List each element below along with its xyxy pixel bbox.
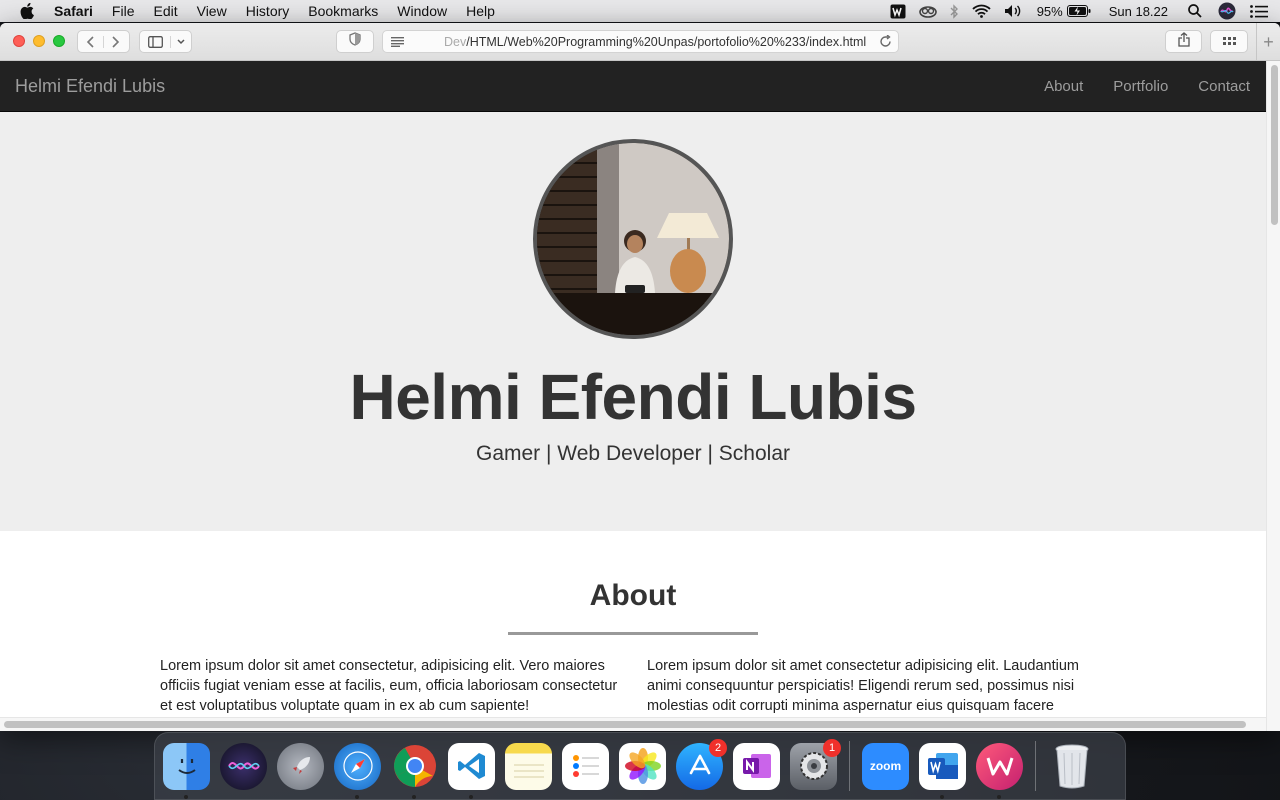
back-button[interactable]: [78, 35, 104, 48]
close-window-button[interactable]: [13, 35, 25, 47]
plus-icon: +: [1263, 31, 1274, 52]
about-paragraph-right: Lorem ipsum dolor sit amet consectetur a…: [647, 658, 1079, 714]
hero-section: Helmi Efendi Lubis Gamer | Web Developer…: [0, 112, 1266, 531]
bluetooth-icon[interactable]: [950, 3, 959, 19]
vertical-scrollbar[interactable]: [1266, 61, 1280, 731]
web-content: Helmi Efendi Lubis About Portfolio Conta…: [0, 61, 1266, 731]
address-bar[interactable]: Dev/HTML/Web%20Programming%20Unpas/porto…: [382, 30, 899, 53]
back-forward-buttons: [77, 30, 130, 53]
wps-icon[interactable]: [976, 742, 1023, 799]
running-indicator: [997, 794, 1001, 799]
about-divider: [508, 632, 758, 635]
address-url[interactable]: Dev/HTML/Web%20Programming%20Unpas/porto…: [444, 35, 879, 49]
navbar-links: About Portfolio Contact: [1014, 78, 1250, 95]
about-heading: About: [589, 579, 677, 612]
trash-icon[interactable]: [1048, 743, 1095, 790]
vscode-icon[interactable]: [448, 742, 495, 799]
running-indicator: [412, 794, 416, 799]
system-preferences-icon[interactable]: 1: [790, 738, 841, 790]
forward-button[interactable]: [104, 35, 129, 48]
onenote-icon[interactable]: [733, 742, 780, 790]
finder-icon[interactable]: [163, 742, 210, 799]
photos-icon[interactable]: [619, 742, 666, 790]
grid-icon: [1222, 33, 1236, 51]
safari-icon[interactable]: [334, 742, 381, 799]
wifi-icon[interactable]: [972, 4, 991, 18]
url-faded-prefix: Dev: [444, 34, 467, 49]
nav-link-about[interactable]: About: [1044, 78, 1083, 95]
running-indicator: [355, 794, 359, 799]
notification-center-icon[interactable]: [1250, 4, 1268, 18]
url-path: /HTML/Web%20Programming%20Unpas/portofol…: [466, 34, 867, 49]
horizontal-scroll-thumb[interactable]: [4, 721, 1246, 728]
wps-status-icon[interactable]: [890, 4, 906, 19]
sidebar-toggle-group: [139, 30, 192, 53]
chrome-icon[interactable]: [391, 743, 438, 799]
nav-link-contact[interactable]: Contact: [1198, 78, 1250, 95]
navbar-brand[interactable]: Helmi Efendi Lubis: [15, 76, 165, 97]
privacy-report-button[interactable]: [336, 30, 374, 53]
menu-window[interactable]: Window: [397, 3, 447, 19]
profile-photo: [533, 139, 733, 339]
new-tab-button[interactable]: +: [1256, 23, 1280, 61]
app-store-badge: 2: [709, 738, 727, 757]
zoom-window-button[interactable]: [53, 35, 65, 47]
siri-icon[interactable]: [220, 742, 267, 790]
dock-separator: [849, 741, 850, 791]
horizontal-scrollbar[interactable]: [0, 717, 1266, 731]
menu-clock[interactable]: Sun 18.22: [1109, 4, 1168, 19]
about-paragraph-left: Lorem ipsum dolor sit amet consectetur, …: [160, 658, 618, 714]
tab-overview-button[interactable]: [1210, 30, 1248, 53]
running-indicator: [184, 794, 188, 799]
dock: 2 1 zoom: [154, 732, 1126, 800]
hero-name: Helmi Efendi Lubis: [349, 361, 917, 433]
creative-cloud-icon[interactable]: [918, 5, 937, 18]
app-store-icon[interactable]: 2: [676, 738, 727, 790]
menu-history[interactable]: History: [246, 3, 290, 19]
reminders-icon[interactable]: [562, 742, 609, 790]
share-icon: [1177, 31, 1190, 52]
site-navbar: Helmi Efendi Lubis About Portfolio Conta…: [0, 61, 1266, 112]
minimize-window-button[interactable]: [33, 35, 45, 47]
dock-separator: [1035, 741, 1036, 791]
menu-bookmarks[interactable]: Bookmarks: [308, 3, 378, 19]
reload-icon[interactable]: [879, 35, 892, 48]
zoom-icon[interactable]: zoom: [862, 742, 909, 790]
share-button[interactable]: [1165, 30, 1202, 53]
sidebar-icon[interactable]: [140, 35, 172, 48]
menu-edit[interactable]: Edit: [153, 3, 177, 19]
hero-tagline: Gamer | Web Developer | Scholar: [476, 442, 790, 465]
menu-file[interactable]: File: [112, 3, 135, 19]
running-indicator: [469, 794, 473, 799]
menu-bar: Safari File Edit View History Bookmarks …: [0, 0, 1280, 22]
reader-view-icon[interactable]: [391, 36, 404, 47]
nav-link-portfolio[interactable]: Portfolio: [1113, 78, 1168, 95]
browser-toolbar: Dev/HTML/Web%20Programming%20Unpas/porto…: [0, 23, 1280, 61]
safari-window: Dev/HTML/Web%20Programming%20Unpas/porto…: [0, 23, 1280, 731]
running-indicator: [940, 794, 944, 799]
chevron-down-icon[interactable]: [171, 38, 191, 45]
spotlight-search-icon[interactable]: [1188, 4, 1202, 18]
shield-icon: [349, 32, 361, 51]
volume-icon[interactable]: [1004, 4, 1024, 18]
siri-status-icon[interactable]: [1218, 2, 1236, 20]
vertical-scroll-thumb[interactable]: [1271, 65, 1278, 225]
notes-icon[interactable]: [505, 742, 552, 790]
battery-icon[interactable]: [1066, 5, 1091, 17]
apple-menu-icon[interactable]: [20, 3, 36, 19]
menu-help[interactable]: Help: [466, 3, 495, 19]
about-section: About Lorem ipsum dolor sit amet consect…: [0, 531, 1266, 731]
launchpad-icon[interactable]: [277, 742, 324, 790]
word-icon[interactable]: [919, 742, 966, 799]
system-preferences-badge: 1: [823, 738, 841, 757]
menu-view[interactable]: View: [197, 3, 227, 19]
battery-percentage: 95%: [1036, 3, 1063, 19]
menu-app-safari[interactable]: Safari: [54, 3, 93, 19]
